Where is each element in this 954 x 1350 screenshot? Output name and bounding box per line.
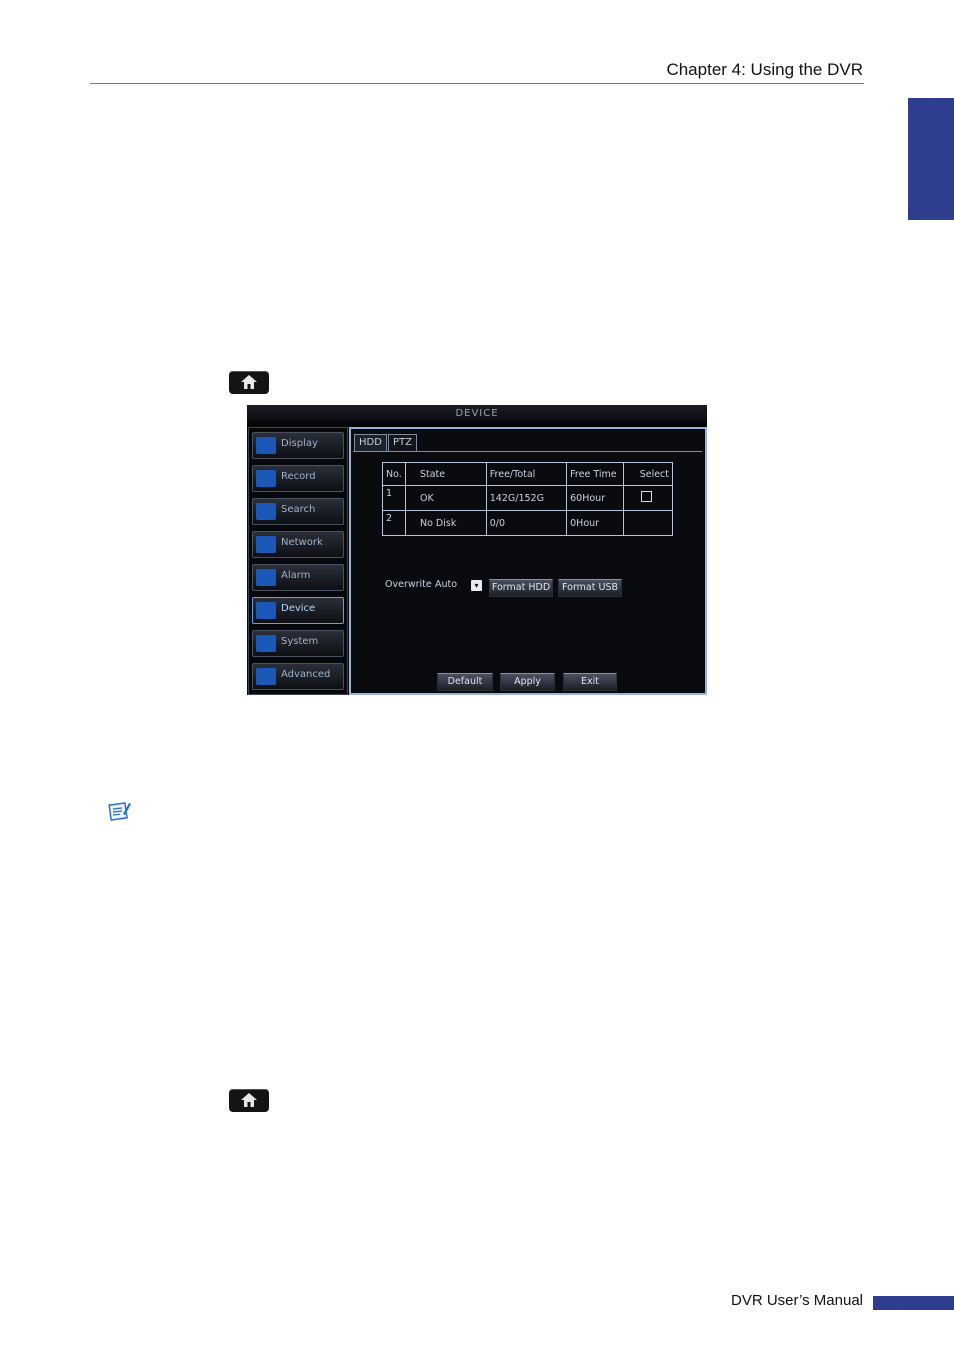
menu-item-label: Device [281, 603, 316, 614]
alarm-icon [256, 569, 276, 586]
menu-item-label: Network [281, 537, 323, 548]
menu-item-label: Record [281, 471, 316, 482]
table-cell: 142G/152G [485, 485, 568, 511]
table-cell [622, 510, 674, 536]
format-usb-button[interactable]: Format USB [558, 579, 622, 597]
note-icon [108, 802, 131, 821]
default-button[interactable]: Default [437, 673, 493, 691]
column-header: Select [622, 462, 674, 486]
dvr-device-screenshot: DEVICE Display Record Search Network Ala… [247, 405, 707, 695]
table-header-row: No. State Free/Total Free Time Select [382, 462, 674, 486]
overwrite-label: Overwrite [385, 579, 432, 590]
exit-button[interactable]: Exit [563, 673, 617, 691]
table-row: 1 OK 142G/152G 60Hour [382, 485, 674, 511]
column-header: State [404, 462, 487, 486]
chapter-title: Chapter 4: Using the DVR [666, 60, 863, 79]
footer-manual-title: DVR User’s Manual [731, 1292, 863, 1309]
table-cell: 1 [382, 485, 406, 511]
menu-item-system[interactable]: System [252, 630, 344, 657]
table-row: 2 No Disk 0/0 0Hour [382, 510, 674, 536]
column-header: No. [382, 462, 406, 486]
column-header: Free Time [566, 462, 624, 486]
apply-button[interactable]: Apply [500, 673, 555, 691]
menu-item-network[interactable]: Network [252, 531, 344, 558]
menu-item-label: System [281, 636, 319, 647]
overwrite-select[interactable]: Auto [435, 579, 457, 590]
footer-accent-bar [873, 1296, 954, 1310]
menu-item-advanced[interactable]: Advanced [252, 663, 344, 690]
table-cell: 0Hour [566, 510, 624, 536]
dvr-device-panel: HDD PTZ No. State Free/Total Free Time S… [349, 427, 707, 695]
table-cell [622, 485, 674, 511]
wrench-icon [256, 668, 276, 685]
menu-item-label: Alarm [281, 570, 311, 581]
monitor-icon [256, 437, 276, 454]
dvr-window-title: DEVICE [247, 405, 707, 422]
menu-item-label: Advanced [281, 669, 331, 680]
home-button-icon [229, 371, 269, 394]
record-icon [256, 470, 276, 487]
table-cell: 60Hour [566, 485, 624, 511]
tab-hdd[interactable]: HDD [354, 434, 387, 451]
table-cell: 2 [382, 510, 406, 536]
header-rule [90, 83, 864, 84]
menu-item-record[interactable]: Record [252, 465, 344, 492]
menu-item-label: Search [281, 504, 316, 515]
device-icon [256, 602, 276, 619]
search-icon [256, 503, 276, 520]
gear-icon [256, 635, 276, 652]
chevron-down-icon[interactable]: ▾ [471, 580, 482, 591]
column-header: Free/Total [485, 462, 568, 486]
table-cell: 0/0 [485, 510, 568, 536]
home-button-icon [229, 1089, 269, 1112]
format-hdd-button[interactable]: Format HDD [489, 579, 553, 597]
tab-divider [353, 451, 702, 452]
table-cell: No Disk [404, 510, 487, 536]
select-checkbox[interactable] [640, 491, 652, 502]
network-icon [256, 536, 276, 553]
menu-item-label: Display [281, 438, 318, 449]
dvr-sidebar-menu: Display Record Search Network Alarm Devi… [248, 427, 348, 695]
menu-item-device[interactable]: Device [252, 597, 344, 624]
table-cell: OK [404, 485, 487, 511]
hdd-table: No. State Free/Total Free Time Select 1 … [382, 462, 674, 536]
tab-ptz[interactable]: PTZ [388, 434, 417, 451]
menu-item-display[interactable]: Display [252, 432, 344, 459]
menu-item-search[interactable]: Search [252, 498, 344, 525]
menu-item-alarm[interactable]: Alarm [252, 564, 344, 591]
chapter-side-tab [908, 98, 954, 220]
